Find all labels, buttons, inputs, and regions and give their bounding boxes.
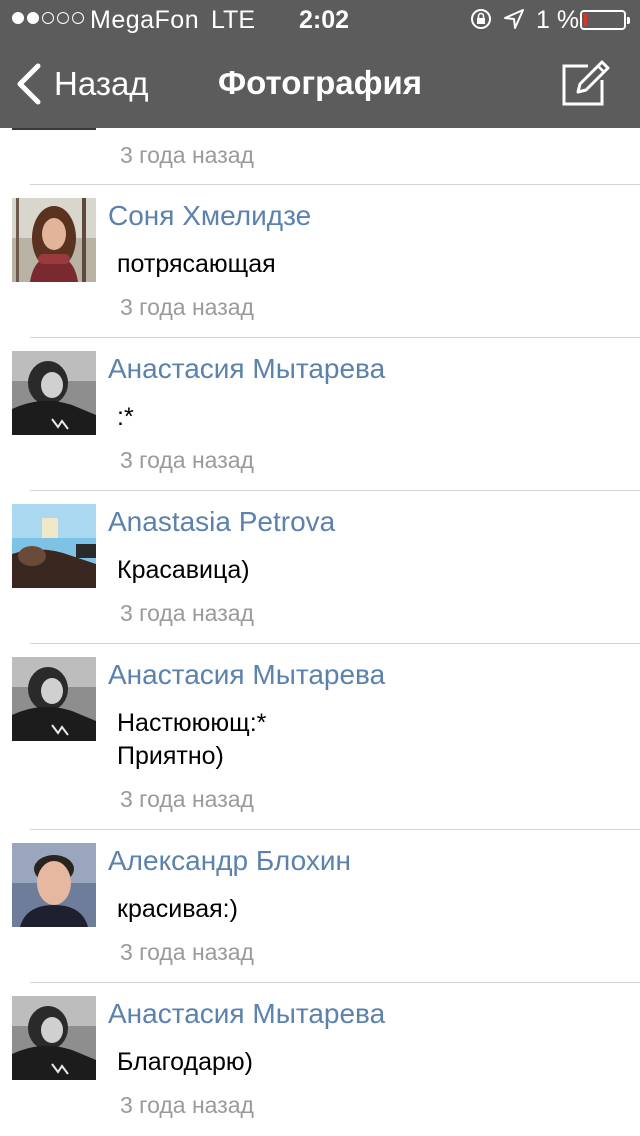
nav-bar: Назад Фотография	[0, 40, 640, 128]
comment-author[interactable]: Анастасия Мытарева	[108, 353, 385, 385]
divider	[30, 643, 640, 644]
comment-author[interactable]: Anastasia Petrova	[108, 506, 335, 538]
back-label: Назад	[54, 65, 149, 102]
comment-item[interactable]: Анастасия Мытарева Настююющ:* Приятно) 3…	[0, 645, 640, 829]
comment-time: 3 года назад	[120, 939, 254, 965]
comment-item[interactable]: Александр Блохин красивая:) 3 года назад	[0, 831, 640, 983]
status-bar: MegaFon LTE 2:02 1 %	[0, 0, 640, 40]
divider	[30, 490, 640, 491]
comment-text: Благодарю)	[117, 1048, 254, 1076]
signal-dot	[12, 12, 24, 24]
battery-icon	[580, 10, 630, 30]
divider	[30, 184, 640, 185]
comment-time: 3 года назад	[120, 600, 254, 626]
signal-dot	[42, 12, 54, 24]
comment-text: потрясающая	[117, 250, 276, 278]
comment-item[interactable]: Анастасия Мытарева :* 3 года назад	[0, 339, 640, 491]
comment-time: 3 года назад	[120, 142, 254, 168]
comment-item[interactable]: Анастасия Мытарева Благодарю) 3 года наз…	[0, 984, 640, 1136]
comment-time: 3 года назад	[120, 447, 254, 473]
divider	[30, 829, 640, 830]
compose-icon[interactable]	[558, 58, 612, 108]
avatar[interactable]	[12, 843, 96, 927]
avatar[interactable]	[12, 996, 96, 1080]
comment-text: Настююющ:* Приятно)	[117, 709, 267, 770]
screen: 3 года назад Соня Хмелидзе потрясающая 3…	[0, 0, 640, 1136]
divider	[30, 337, 640, 338]
signal-dot	[72, 12, 84, 24]
signal-dot	[57, 12, 69, 24]
comment-text: :*	[117, 403, 134, 431]
divider	[30, 982, 640, 983]
rotation-lock-icon	[471, 9, 491, 29]
avatar[interactable]	[12, 351, 96, 435]
network-type: LTE	[211, 6, 255, 34]
battery-level	[584, 14, 587, 26]
signal-dot	[27, 12, 39, 24]
back-button[interactable]: Назад	[14, 62, 149, 106]
comment-text: Красавица)	[117, 556, 250, 584]
avatar[interactable]	[12, 657, 96, 741]
status-time: 2:02	[299, 6, 350, 34]
comment-author[interactable]: Соня Хмелидзе	[108, 200, 311, 232]
battery-percent: 1 %	[536, 6, 580, 34]
comment-author[interactable]: Анастасия Мытарева	[108, 998, 385, 1030]
chevron-left-icon	[17, 63, 41, 105]
comment-time: 3 года назад	[120, 1092, 254, 1118]
comment-author[interactable]: Анастасия Мытарева	[108, 659, 385, 691]
comment-text: красивая:)	[117, 895, 238, 923]
signal-strength-icon	[12, 12, 84, 24]
location-icon	[504, 9, 524, 29]
comment-author[interactable]: Александр Блохин	[108, 845, 351, 877]
comment-item[interactable]: Соня Хмелидзе потрясающая 3 года назад	[0, 186, 640, 338]
avatar[interactable]	[12, 198, 96, 282]
comment-time: 3 года назад	[120, 294, 254, 320]
comment-item[interactable]: Anastasia Petrova Красавица) 3 года наза…	[0, 492, 640, 644]
avatar[interactable]	[12, 504, 96, 588]
comment-time: 3 года назад	[120, 786, 254, 812]
carrier-name: MegaFon	[90, 6, 200, 34]
header: MegaFon LTE 2:02 1 % Назад Фотография	[0, 0, 640, 128]
